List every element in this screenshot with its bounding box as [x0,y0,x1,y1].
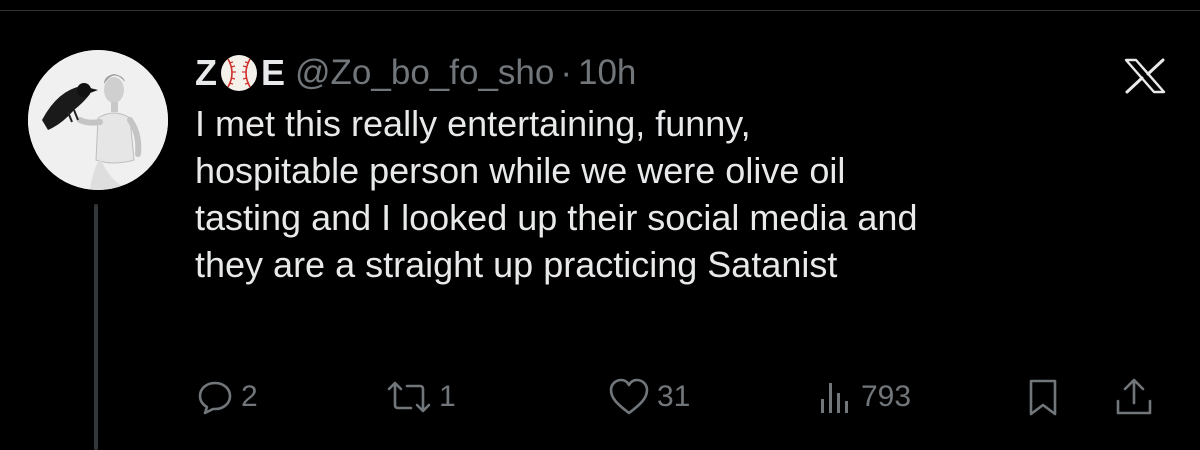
tweet-text-line: hospitable person while we were olive oi… [195,150,846,191]
author-handle[interactable]: @Zo_bo_fo_sho [295,53,554,93]
author-name[interactable]: Z E [195,52,285,94]
reply-icon [198,381,232,415]
reply-count: 2 [241,380,258,413]
avatar-image [28,50,168,190]
repost-icon [387,381,431,413]
tweet-actions: 2 1 31 793 [0,372,1200,422]
tweet-text-line: they are a straight up practicing Satani… [195,244,838,285]
heart-icon [609,378,649,415]
repost-button[interactable]: 1 [385,372,456,422]
bookmark-button[interactable] [1025,372,1061,422]
separator-dot: · [560,53,572,92]
top-divider [0,0,1200,11]
tweet-text-line: I met this really entertaining, funny, [195,103,751,144]
tweet-text-line: tasting and I looked up their social med… [195,197,918,238]
share-button[interactable] [1112,372,1156,422]
avatar[interactable] [28,50,168,190]
tweet-header: Z E @Zo_bo_fo_sho · 10h [195,50,636,96]
views-button[interactable]: 793 [815,372,911,422]
like-button[interactable]: 31 [607,372,690,422]
repost-count: 1 [439,380,456,413]
views-count: 793 [861,380,912,413]
author-name-end: E [261,52,286,93]
tweet-text: I met this really entertaining, funny, h… [195,100,1185,288]
bookmark-icon [1029,379,1057,416]
share-icon [1116,378,1152,415]
like-count: 31 [657,380,691,413]
baseball-emoji-icon [221,55,257,91]
reply-button[interactable]: 2 [195,372,258,422]
x-logo-icon[interactable] [1120,58,1170,94]
author-name-start: Z [195,52,217,93]
tweet-timestamp[interactable]: 10h [578,53,636,93]
views-icon [821,383,848,413]
